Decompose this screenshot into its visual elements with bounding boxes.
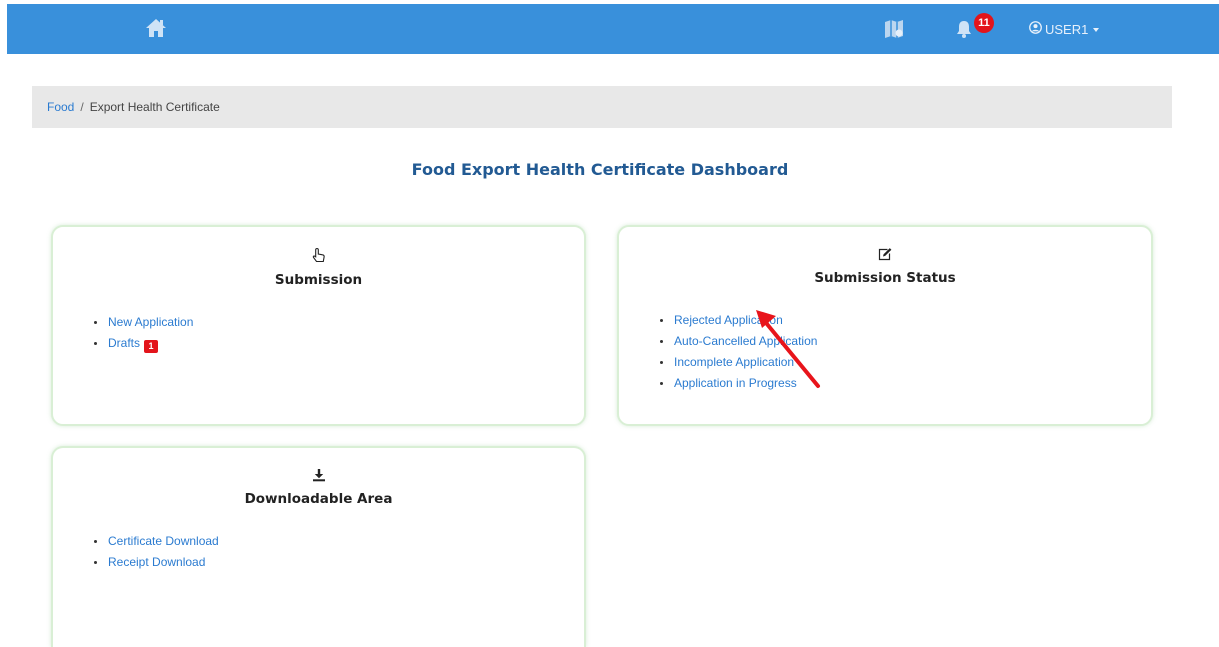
breadcrumb-separator: / — [80, 100, 84, 114]
list-item: Receipt Download — [94, 552, 584, 573]
breadcrumb-current: Export Health Certificate — [89, 100, 220, 114]
caret-down-icon — [1091, 22, 1101, 37]
breadcrumb: Food / Export Health Certificate — [32, 86, 1172, 128]
certificate-download-link[interactable]: Certificate Download — [108, 534, 219, 548]
incomplete-application-link[interactable]: Incomplete Application — [674, 355, 794, 369]
hand-pointer-icon — [53, 247, 584, 268]
submission-list: New Application Drafts 1 — [53, 312, 584, 354]
list-item: New Application — [94, 312, 584, 333]
breadcrumb-food-link[interactable]: Food — [47, 100, 74, 114]
download-icon — [53, 468, 584, 487]
drafts-link[interactable]: Drafts — [108, 336, 140, 350]
map-icon[interactable] — [883, 18, 905, 40]
application-in-progress-link[interactable]: Application in Progress — [674, 376, 797, 390]
home-icon[interactable] — [145, 18, 167, 38]
list-item: Rejected Application — [660, 310, 1151, 331]
user-circle-icon — [1029, 21, 1042, 37]
bell-icon[interactable] — [955, 19, 973, 39]
submission-card-title: Submission — [274, 272, 363, 288]
downloadable-area-list: Certificate Download Receipt Download — [53, 531, 584, 573]
list-item: Certificate Download — [94, 531, 584, 552]
list-item: Application in Progress — [660, 373, 1151, 394]
top-navbar: 11 USER1 — [7, 4, 1219, 54]
user-name: USER1 — [1045, 21, 1089, 37]
submission-card: Submission New Application Drafts 1 — [51, 225, 586, 426]
list-item: Incomplete Application — [660, 352, 1151, 373]
page-title: Food Export Health Certificate Dashboard — [411, 160, 789, 179]
receipt-download-link[interactable]: Receipt Download — [108, 555, 205, 569]
downloadable-area-card: Downloadable Area Certificate Download R… — [51, 446, 586, 647]
user-menu[interactable]: USER1 — [1029, 20, 1101, 38]
list-item: Auto-Cancelled Application — [660, 331, 1151, 352]
submission-status-list: Rejected Application Auto-Cancelled Appl… — [619, 310, 1151, 394]
auto-cancelled-application-link[interactable]: Auto-Cancelled Application — [674, 334, 817, 348]
drafts-count-badge: 1 — [144, 340, 159, 353]
list-item: Drafts 1 — [94, 333, 584, 354]
downloadable-area-card-title: Downloadable Area — [244, 491, 393, 507]
edit-icon — [619, 247, 1151, 266]
new-application-link[interactable]: New Application — [108, 315, 193, 329]
submission-status-card-title: Submission Status — [814, 270, 956, 286]
notification-count-badge[interactable]: 11 — [974, 13, 994, 33]
submission-status-card: Submission Status Rejected Application A… — [617, 225, 1153, 426]
rejected-application-link[interactable]: Rejected Application — [674, 313, 783, 327]
